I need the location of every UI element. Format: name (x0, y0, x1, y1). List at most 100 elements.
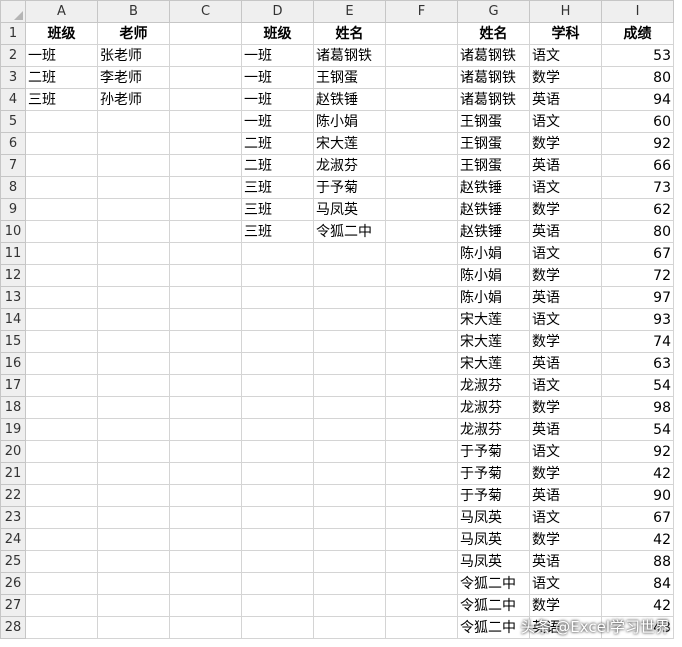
row-header[interactable]: 18 (0, 396, 26, 419)
cell-i19[interactable]: 54 (601, 418, 674, 441)
cell-a21[interactable] (25, 462, 98, 485)
cell-e27[interactable] (313, 594, 386, 617)
cell-e17[interactable] (313, 374, 386, 397)
cell-h4[interactable]: 英语 (529, 88, 602, 111)
row-header[interactable]: 4 (0, 88, 26, 111)
cell-d11[interactable] (241, 242, 314, 265)
cell-c26[interactable] (169, 572, 242, 595)
row-header[interactable]: 20 (0, 440, 26, 463)
cell-a2[interactable]: 一班 (25, 44, 98, 67)
cell-i18[interactable]: 98 (601, 396, 674, 419)
cell-e23[interactable] (313, 506, 386, 529)
cell-a24[interactable] (25, 528, 98, 551)
cell-d20[interactable] (241, 440, 314, 463)
cell-h13[interactable]: 英语 (529, 286, 602, 309)
cell-h20[interactable]: 语文 (529, 440, 602, 463)
column-header-e[interactable]: E (313, 0, 386, 23)
cell-d16[interactable] (241, 352, 314, 375)
cell-c14[interactable] (169, 308, 242, 331)
cell-c25[interactable] (169, 550, 242, 573)
row-header[interactable]: 27 (0, 594, 26, 617)
cell-g22[interactable]: 于予菊 (457, 484, 530, 507)
cell-b1[interactable]: 老师 (97, 22, 170, 45)
cell-h3[interactable]: 数学 (529, 66, 602, 89)
cell-d13[interactable] (241, 286, 314, 309)
cell-e15[interactable] (313, 330, 386, 353)
cell-g11[interactable]: 陈小娟 (457, 242, 530, 265)
row-header[interactable]: 21 (0, 462, 26, 485)
cell-e19[interactable] (313, 418, 386, 441)
cell-b16[interactable] (97, 352, 170, 375)
cell-c28[interactable] (169, 616, 242, 639)
cell-i23[interactable]: 67 (601, 506, 674, 529)
cell-i26[interactable]: 84 (601, 572, 674, 595)
cell-a3[interactable]: 二班 (25, 66, 98, 89)
cell-f10[interactable] (385, 220, 458, 243)
cell-i21[interactable]: 42 (601, 462, 674, 485)
cell-g4[interactable]: 诸葛钢铁 (457, 88, 530, 111)
cell-e4[interactable]: 赵铁锤 (313, 88, 386, 111)
cell-e28[interactable] (313, 616, 386, 639)
cell-c7[interactable] (169, 154, 242, 177)
cell-d1[interactable]: 班级 (241, 22, 314, 45)
cell-h1[interactable]: 学科 (529, 22, 602, 45)
cell-g18[interactable]: 龙淑芬 (457, 396, 530, 419)
cell-h9[interactable]: 数学 (529, 198, 602, 221)
cell-a20[interactable] (25, 440, 98, 463)
cell-d23[interactable] (241, 506, 314, 529)
row-header[interactable]: 17 (0, 374, 26, 397)
cell-d6[interactable]: 二班 (241, 132, 314, 155)
cell-b3[interactable]: 李老师 (97, 66, 170, 89)
cell-h17[interactable]: 语文 (529, 374, 602, 397)
row-header[interactable]: 7 (0, 154, 26, 177)
cell-g7[interactable]: 王钢蛋 (457, 154, 530, 177)
cell-f17[interactable] (385, 374, 458, 397)
cell-b22[interactable] (97, 484, 170, 507)
cell-c1[interactable] (169, 22, 242, 45)
cell-a14[interactable] (25, 308, 98, 331)
row-header[interactable]: 9 (0, 198, 26, 221)
cell-f6[interactable] (385, 132, 458, 155)
cell-b11[interactable] (97, 242, 170, 265)
cell-e22[interactable] (313, 484, 386, 507)
cell-h19[interactable]: 英语 (529, 418, 602, 441)
cell-f18[interactable] (385, 396, 458, 419)
column-header-a[interactable]: A (25, 0, 98, 23)
row-header[interactable]: 19 (0, 418, 26, 441)
cell-d25[interactable] (241, 550, 314, 573)
cell-d28[interactable] (241, 616, 314, 639)
cell-f26[interactable] (385, 572, 458, 595)
cell-g2[interactable]: 诸葛钢铁 (457, 44, 530, 67)
cell-d19[interactable] (241, 418, 314, 441)
cell-d4[interactable]: 一班 (241, 88, 314, 111)
cell-d18[interactable] (241, 396, 314, 419)
column-header-i[interactable]: I (601, 0, 674, 23)
row-header[interactable]: 23 (0, 506, 26, 529)
cell-h7[interactable]: 英语 (529, 154, 602, 177)
cell-f20[interactable] (385, 440, 458, 463)
cell-b12[interactable] (97, 264, 170, 287)
row-header[interactable]: 14 (0, 308, 26, 331)
cell-g16[interactable]: 宋大莲 (457, 352, 530, 375)
column-header-f[interactable]: F (385, 0, 458, 23)
cell-h12[interactable]: 数学 (529, 264, 602, 287)
cell-i12[interactable]: 72 (601, 264, 674, 287)
cell-i15[interactable]: 74 (601, 330, 674, 353)
cell-c15[interactable] (169, 330, 242, 353)
cell-g12[interactable]: 陈小娟 (457, 264, 530, 287)
cell-a15[interactable] (25, 330, 98, 353)
cell-i14[interactable]: 93 (601, 308, 674, 331)
cell-a6[interactable] (25, 132, 98, 155)
cell-i13[interactable]: 97 (601, 286, 674, 309)
cell-a4[interactable]: 三班 (25, 88, 98, 111)
cell-f3[interactable] (385, 66, 458, 89)
row-header[interactable]: 25 (0, 550, 26, 573)
row-header[interactable]: 11 (0, 242, 26, 265)
cell-e25[interactable] (313, 550, 386, 573)
cell-d24[interactable] (241, 528, 314, 551)
cell-b9[interactable] (97, 198, 170, 221)
cell-e18[interactable] (313, 396, 386, 419)
cell-g23[interactable]: 马凤英 (457, 506, 530, 529)
cell-i5[interactable]: 60 (601, 110, 674, 133)
cell-g14[interactable]: 宋大莲 (457, 308, 530, 331)
